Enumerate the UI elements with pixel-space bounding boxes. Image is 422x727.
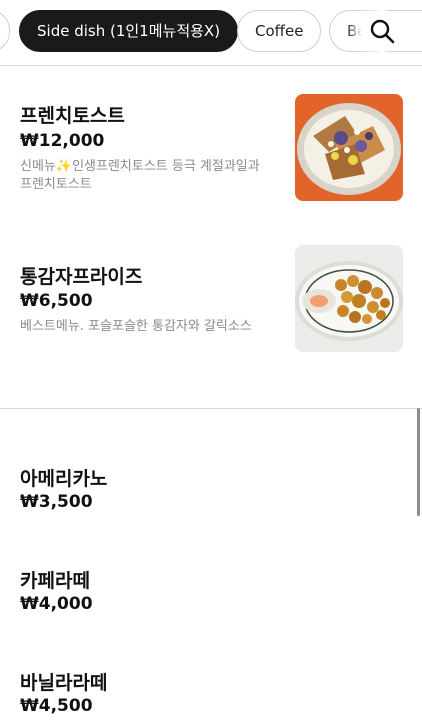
category-chip-previous[interactable]	[0, 10, 10, 52]
menu-item-description: 신메뉴✨인생프렌치토스트 등극 계절과일과 프렌치토스트	[20, 159, 260, 192]
french-toast-photo	[295, 94, 403, 201]
menu-item-name: 아메리카노	[20, 468, 108, 490]
menu-item-price: ₩4,000	[20, 594, 93, 614]
potato-fries-photo	[295, 245, 403, 352]
category-chip-side-dish[interactable]: Side dish (1인1메뉴적용X)	[19, 10, 239, 52]
category-chip-coffee[interactable]: Coffee	[237, 10, 322, 52]
menu-item-price: ₩3,500	[20, 492, 93, 512]
menu-item-name: 카페라떼	[20, 570, 90, 592]
menu-item-french-toast[interactable]: 프렌치토스트 ₩12,000 신메뉴✨인생프렌치토스트 등극 계절과일과 프렌치…	[0, 66, 422, 236]
menu-item-name: 프렌치토스트	[20, 105, 125, 127]
menu-item-americano[interactable]: 아메리카노 ₩3,500	[0, 409, 422, 519]
menu-item-description: 베스트메뉴. 포슬포슬한 통감자와 갈릭소스	[20, 319, 252, 334]
menu-item-price: ₩4,500	[20, 696, 93, 716]
category-chip-bar: Side dish (1인1메뉴적용X) Coffee Be	[0, 0, 422, 66]
menu-item-price: ₩12,000	[20, 131, 105, 151]
menu-item-name: 통감자프라이즈	[20, 266, 143, 288]
menu-item-vanilla-latte[interactable]: 바닐라라떼 ₩4,500	[0, 621, 422, 727]
menu-item-name: 바닐라라떼	[20, 672, 108, 694]
menu-item-potato-fries[interactable]: 통감자프라이즈 ₩6,500 베스트메뉴. 포슬포슬한 통감자와 갈릭소스	[0, 236, 422, 408]
menu-item-cafe-latte[interactable]: 카페라떼 ₩4,000	[0, 519, 422, 621]
search-button[interactable]	[361, 10, 403, 52]
search-icon	[370, 19, 395, 44]
menu-item-price: ₩6,500	[20, 291, 93, 311]
